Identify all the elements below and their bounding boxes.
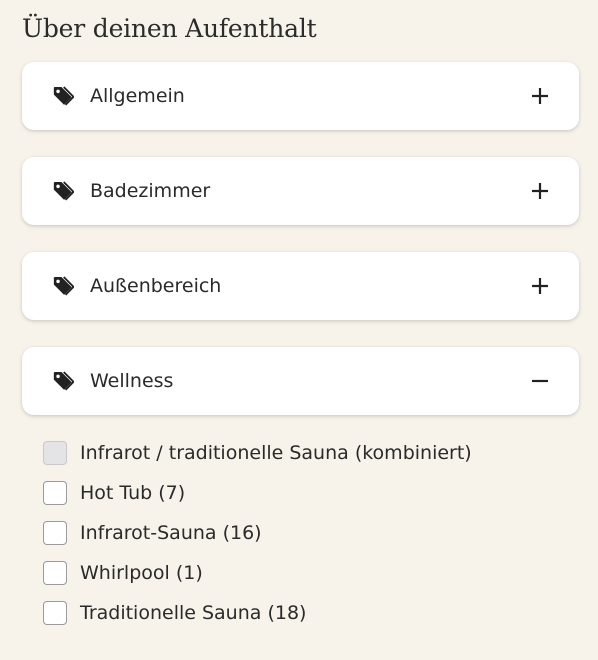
accordion-label: Allgemein [90, 85, 185, 107]
accordion-wellness[interactable]: Wellness [22, 347, 579, 415]
checkbox[interactable] [43, 601, 67, 625]
option-infrarot-traditionelle-sauna[interactable]: Infrarot / traditionelle Sauna (kombinie… [43, 433, 579, 473]
accordion-label: Wellness [90, 370, 174, 392]
checkbox[interactable] [43, 441, 67, 465]
checkbox[interactable] [43, 561, 67, 585]
tag-icon [52, 370, 74, 392]
checkbox[interactable] [43, 481, 67, 505]
plus-icon[interactable] [529, 275, 551, 297]
accordion-badezimmer[interactable]: Badezimmer [22, 157, 579, 225]
wellness-options-list: Infrarot / traditionelle Sauna (kombinie… [22, 433, 579, 633]
accordion-aussenbereich[interactable]: Außenbereich [22, 252, 579, 320]
option-hot-tub[interactable]: Hot Tub (7) [43, 473, 579, 513]
option-whirlpool[interactable]: Whirlpool (1) [43, 553, 579, 593]
stay-details-panel: Über deinen Aufenthalt Allgemein Badezim… [0, 0, 598, 633]
accordion-label: Außenbereich [90, 275, 222, 297]
plus-icon[interactable] [529, 85, 551, 107]
tag-icon [52, 275, 74, 297]
minus-icon[interactable] [529, 370, 551, 392]
plus-icon[interactable] [529, 180, 551, 202]
checkbox[interactable] [43, 521, 67, 545]
option-infrarot-sauna[interactable]: Infrarot-Sauna (16) [43, 513, 579, 553]
section-title: Über deinen Aufenthalt [22, 14, 317, 43]
option-label: Whirlpool (1) [80, 562, 203, 584]
option-label: Infrarot-Sauna (16) [80, 522, 262, 544]
accordion-allgemein[interactable]: Allgemein [22, 62, 579, 130]
tag-icon [52, 85, 74, 107]
option-label: Hot Tub (7) [80, 482, 186, 504]
option-label: Traditionelle Sauna (18) [80, 602, 307, 624]
tag-icon [52, 180, 74, 202]
option-traditionelle-sauna[interactable]: Traditionelle Sauna (18) [43, 593, 579, 633]
option-label: Infrarot / traditionelle Sauna (kombinie… [80, 442, 472, 464]
accordion-label: Badezimmer [90, 180, 211, 202]
